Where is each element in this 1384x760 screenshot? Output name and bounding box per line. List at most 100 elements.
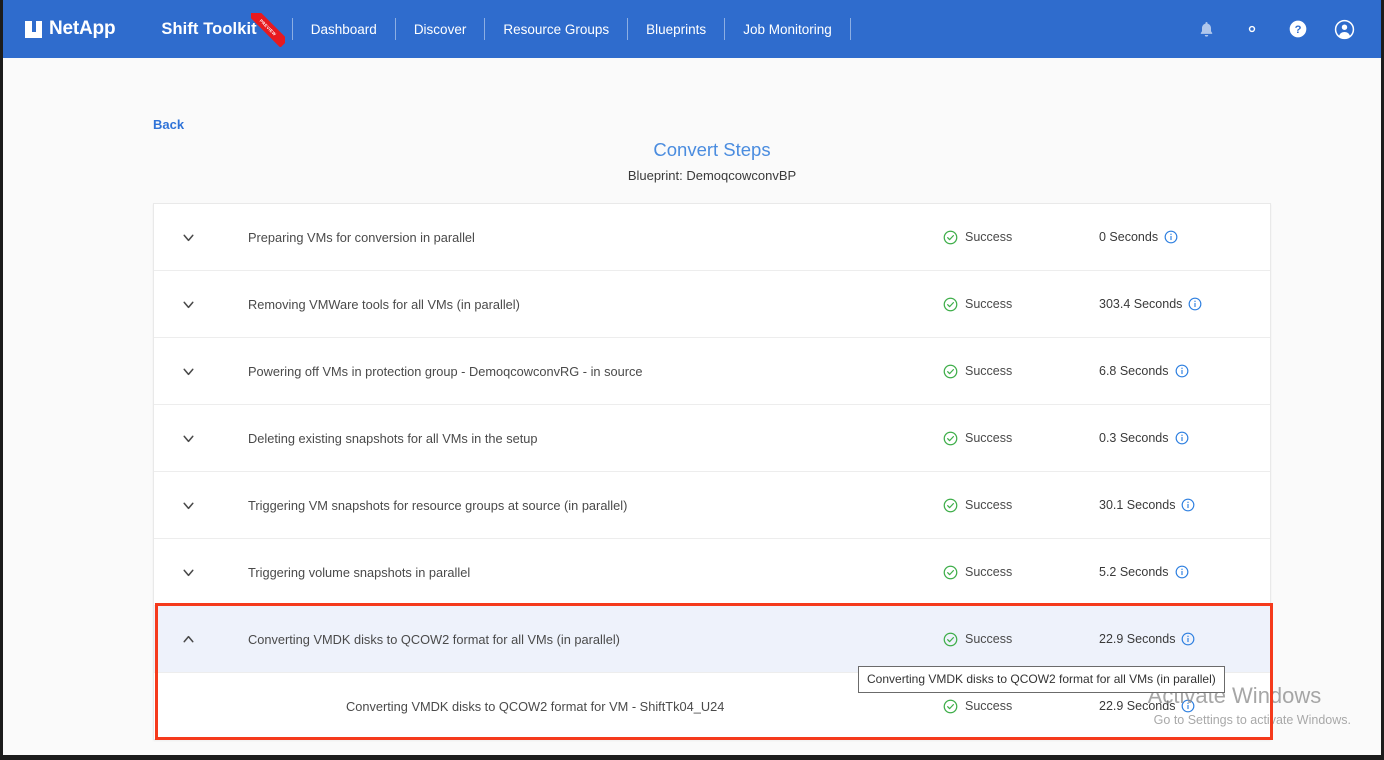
info-circle-icon[interactable]: [1175, 431, 1189, 445]
success-check-icon: [943, 364, 958, 378]
duration-text: 303.4 Seconds: [1099, 297, 1183, 311]
step-row[interactable]: Preparing VMs for conversion in parallel…: [154, 204, 1270, 271]
chevron-down-icon[interactable]: [154, 229, 222, 246]
step-label: Triggering volume snapshots in parallel: [248, 564, 471, 580]
status-badge: Success: [943, 699, 1095, 714]
status-text: Success: [965, 230, 1013, 244]
status-badge: Success: [943, 364, 1095, 379]
status-text: Success: [965, 498, 1013, 512]
chevron-down-icon[interactable]: [154, 430, 222, 447]
chevron-up-icon[interactable]: [154, 631, 222, 648]
top-navigation-bar: NetApp Shift Toolkit PREVIEW Dashboard D…: [3, 0, 1381, 58]
netapp-logo[interactable]: NetApp: [25, 18, 116, 40]
info-circle-icon[interactable]: [1188, 297, 1202, 311]
status-badge: Success: [943, 297, 1095, 312]
status-text: Success: [965, 364, 1013, 378]
app-title: Shift Toolkit: [161, 19, 257, 38]
nav-item-discover[interactable]: Discover: [397, 18, 484, 41]
info-circle-icon[interactable]: [1164, 230, 1178, 244]
duration-text: 30.1 Seconds: [1099, 498, 1176, 512]
status-text: Success: [965, 297, 1013, 311]
status-badge: Success: [943, 565, 1095, 580]
step-label: Triggering VM snapshots for resource gro…: [248, 497, 628, 513]
nav-item-blueprints[interactable]: Blueprints: [629, 18, 723, 41]
step-row[interactable]: Removing VMWare tools for all VMs (in pa…: [154, 271, 1270, 338]
success-check-icon: [943, 699, 958, 713]
step-label: Converting VMDK disks to QCOW2 format fo…: [248, 631, 620, 647]
page-title: Convert Steps: [653, 139, 771, 160]
success-check-icon: [943, 230, 958, 244]
duration-cell: 0 Seconds: [1095, 230, 1270, 244]
netapp-mark-icon: [25, 20, 42, 38]
nav-separator: [394, 18, 396, 40]
nav-item-dashboard[interactable]: Dashboard: [294, 18, 394, 41]
status-badge: Success: [943, 632, 1095, 647]
svg-text:?: ?: [1295, 24, 1302, 36]
step-tooltip: Converting VMDK disks to QCOW2 format fo…: [858, 666, 1225, 693]
status-text: Success: [965, 565, 1013, 579]
user-account-icon[interactable]: [1334, 19, 1355, 40]
step-row[interactable]: Triggering volume snapshots in parallel …: [154, 539, 1270, 606]
nav-item-resource-groups[interactable]: Resource Groups: [486, 18, 626, 41]
duration-cell: 303.4 Seconds: [1095, 297, 1270, 311]
chevron-down-icon[interactable]: [154, 296, 222, 313]
step-label: Preparing VMs for conversion in parallel: [248, 229, 475, 245]
status-badge: Success: [943, 498, 1095, 513]
duration-cell: 5.2 Seconds: [1095, 565, 1270, 579]
nav-separator: [849, 18, 851, 40]
duration-text: 22.9 Seconds: [1099, 632, 1176, 646]
settings-gear-icon[interactable]: [1242, 19, 1262, 39]
step-label: Powering off VMs in protection group - D…: [248, 363, 643, 379]
duration-cell: 22.9 Seconds: [1095, 632, 1270, 646]
info-circle-icon[interactable]: [1181, 498, 1195, 512]
help-circle-icon[interactable]: ?: [1288, 19, 1308, 39]
duration-text: 22.9 Seconds: [1099, 699, 1176, 713]
nav-item-job-monitoring[interactable]: Job Monitoring: [726, 18, 849, 41]
duration-text: 0.3 Seconds: [1099, 431, 1169, 445]
page-subtitle: Blueprint: DemoqcowconvBP: [627, 168, 797, 183]
duration-cell: 6.8 Seconds: [1095, 364, 1270, 378]
duration-text: 0 Seconds: [1099, 230, 1159, 244]
info-circle-icon[interactable]: [1181, 632, 1195, 646]
success-check-icon: [943, 632, 958, 646]
nav-separator: [291, 18, 293, 40]
browser-viewport: NetApp Shift Toolkit PREVIEW Dashboard D…: [0, 0, 1384, 760]
status-badge: Success: [943, 431, 1095, 446]
duration-cell: 22.9 Seconds: [1095, 699, 1270, 713]
step-row[interactable]: Powering off VMs in protection group - D…: [154, 338, 1270, 405]
status-text: Success: [965, 699, 1013, 713]
chevron-down-icon[interactable]: [154, 497, 222, 514]
step-row[interactable]: Deleting existing snapshots for all VMs …: [154, 405, 1270, 472]
back-link[interactable]: Back: [153, 117, 184, 132]
convert-steps-card: Preparing VMs for conversion in parallel…: [153, 203, 1271, 740]
top-bar-icon-group: ?: [1197, 19, 1355, 40]
step-row-expanded[interactable]: Converting VMDK disks to QCOW2 format fo…: [154, 606, 1270, 673]
info-circle-icon[interactable]: [1181, 699, 1195, 713]
success-check-icon: [943, 431, 958, 445]
step-row[interactable]: Triggering VM snapshots for resource gro…: [154, 472, 1270, 539]
status-text: Success: [965, 431, 1013, 445]
success-check-icon: [943, 498, 958, 512]
page-content: Back Convert Steps Blueprint: Demoqcowco…: [3, 58, 1381, 755]
netapp-wordmark: NetApp: [49, 18, 116, 39]
duration-text: 6.8 Seconds: [1099, 364, 1169, 378]
success-check-icon: [943, 297, 958, 311]
step-label: Removing VMWare tools for all VMs (in pa…: [248, 296, 520, 312]
duration-cell: 0.3 Seconds: [1095, 431, 1270, 445]
primary-nav: Dashboard Discover Resource Groups Bluep…: [291, 14, 852, 44]
sub-step-label: Converting VMDK disks to QCOW2 format fo…: [346, 698, 725, 714]
chevron-down-icon[interactable]: [154, 363, 222, 380]
info-circle-icon[interactable]: [1175, 364, 1189, 378]
status-badge: Success: [943, 230, 1095, 245]
nav-separator: [627, 18, 629, 40]
nav-separator: [484, 18, 486, 40]
notification-bell-icon[interactable]: [1197, 20, 1216, 39]
step-label: Deleting existing snapshots for all VMs …: [248, 430, 538, 446]
chevron-down-icon[interactable]: [154, 564, 222, 581]
nav-separator: [724, 18, 726, 40]
duration-cell: 30.1 Seconds: [1095, 498, 1270, 512]
info-circle-icon[interactable]: [1175, 565, 1189, 579]
duration-text: 5.2 Seconds: [1099, 565, 1169, 579]
app-title-block: Shift Toolkit PREVIEW: [161, 12, 285, 47]
status-text: Success: [965, 632, 1013, 646]
